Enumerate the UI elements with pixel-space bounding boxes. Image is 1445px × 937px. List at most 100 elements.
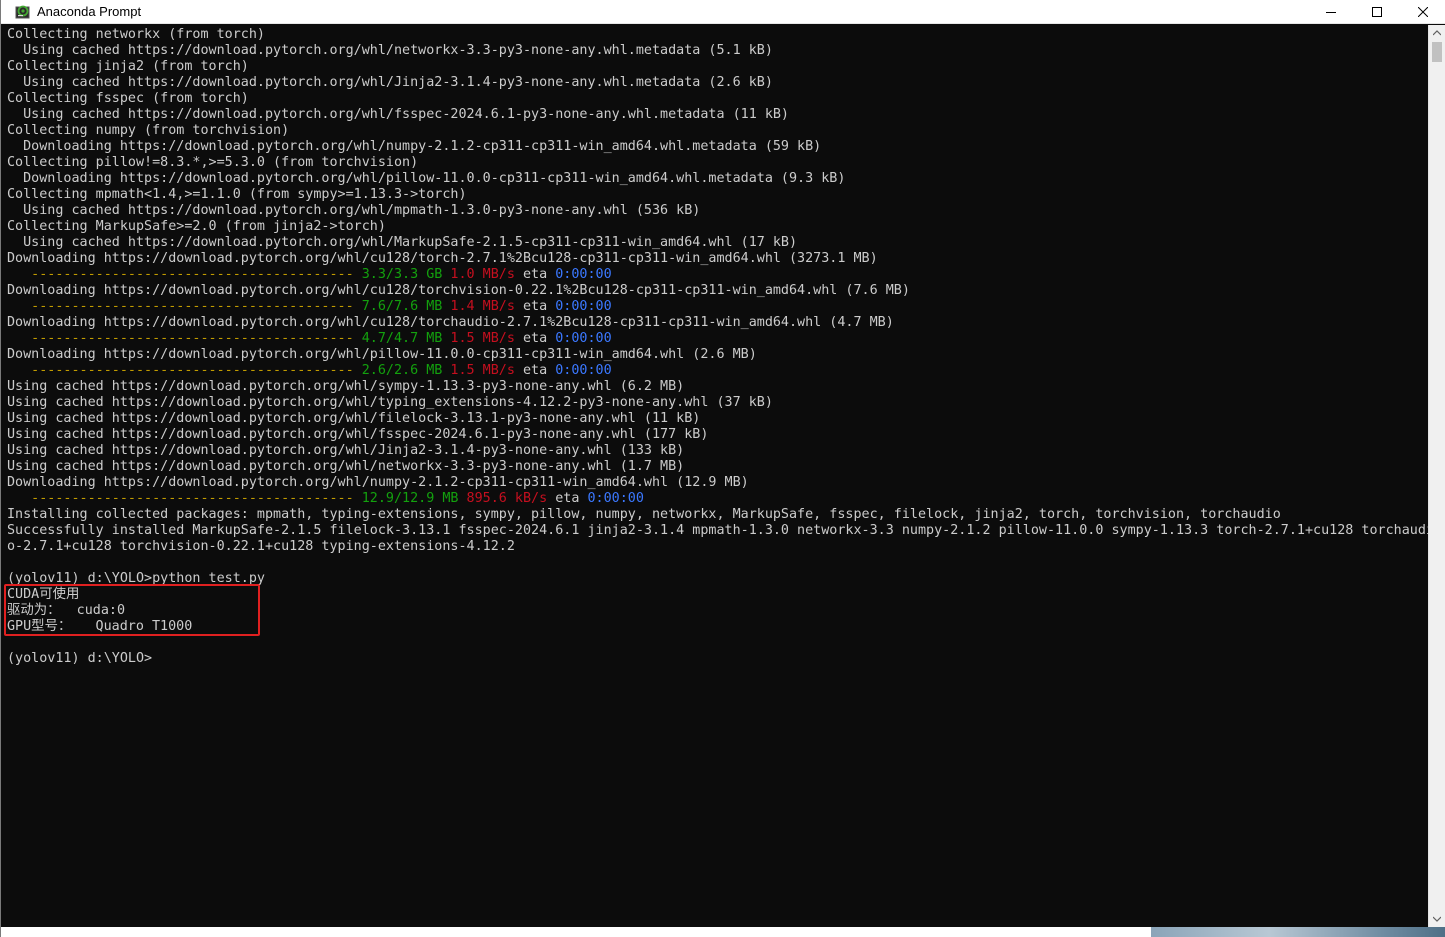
- console-lines: Collecting networkx (from torch) Using c…: [7, 27, 1428, 667]
- console-text-segment: eta: [547, 491, 588, 506]
- console-text-segment: 0:00:00: [555, 331, 612, 346]
- console-line: Using cached https://download.pytorch.or…: [7, 379, 1428, 395]
- window-title: Anaconda Prompt: [37, 4, 142, 19]
- maximize-button[interactable]: [1354, 0, 1400, 24]
- console-line: Downloading https://download.pytorch.org…: [7, 347, 1428, 363]
- console-text-segment: 0:00:00: [587, 491, 644, 506]
- console-text-segment: Using cached https://download.pytorch.or…: [7, 75, 773, 90]
- scroll-up-arrow-icon: [1433, 30, 1441, 36]
- console-line: Using cached https://download.pytorch.or…: [7, 395, 1428, 411]
- console-line: Using cached https://download.pytorch.or…: [7, 411, 1428, 427]
- console-text-segment: 1.5 MB/s: [450, 363, 515, 378]
- anaconda-prompt-window: Anaconda Prompt Collecting networkx (fro…: [0, 0, 1445, 937]
- console-text-segment: Downloading https://download.pytorch.org…: [7, 283, 910, 298]
- console-line: ----------------------------------------…: [7, 363, 1428, 379]
- console-text-segment: Using cached https://download.pytorch.or…: [7, 427, 709, 442]
- console-text-segment: eta: [514, 331, 556, 346]
- console-line: Collecting jinja2 (from torch): [7, 59, 1428, 75]
- scroll-up-button[interactable]: [1429, 25, 1445, 41]
- console-line: Using cached https://download.pytorch.or…: [7, 43, 1428, 59]
- console-text-segment: 0:00:00: [555, 267, 612, 282]
- console-line: Installing collected packages: mpmath, t…: [7, 507, 1428, 523]
- desktop-wallpaper-strip: [1151, 927, 1445, 937]
- anaconda-prompt-icon[interactable]: [15, 4, 31, 20]
- scroll-thumb[interactable]: [1432, 42, 1442, 62]
- title-bar[interactable]: Anaconda Prompt: [1, 0, 1445, 24]
- console-text-segment: 2.6/2.6 MB: [361, 363, 443, 378]
- console-text-segment: Collecting fsspec (from torch): [7, 91, 249, 106]
- console-text-segment: o-2.7.1+cu128 torchvision-0.22.1+cu128 t…: [7, 539, 515, 554]
- console-line: Using cached https://download.pytorch.or…: [7, 459, 1428, 475]
- console-text-segment: 0:00:00: [555, 363, 612, 378]
- scroll-down-arrow-icon: [1433, 916, 1441, 922]
- console-text-segment: ----------------------------------------: [7, 267, 362, 282]
- console-text-segment: Installing collected packages: mpmath, t…: [7, 507, 1281, 522]
- console-text-segment: Using cached https://download.pytorch.or…: [7, 235, 798, 250]
- console-text-segment: Collecting jinja2 (from torch): [7, 59, 249, 74]
- console-text-segment: Using cached https://download.pytorch.or…: [7, 443, 685, 458]
- console-text-segment: eta: [514, 299, 556, 314]
- console-text-segment: Using cached https://download.pytorch.or…: [7, 411, 701, 426]
- console-text-segment: ----------------------------------------: [7, 491, 362, 506]
- console-text-segment: 0:00:00: [555, 299, 612, 314]
- console-text-segment: 7.6/7.6 MB: [361, 299, 443, 314]
- console-text-segment: Downloading https://download.pytorch.org…: [7, 251, 878, 266]
- console-text-segment: ----------------------------------------: [7, 331, 362, 346]
- console-line: Using cached https://download.pytorch.or…: [7, 443, 1428, 459]
- console-text-segment: Downloading https://download.pytorch.org…: [7, 475, 749, 490]
- scroll-down-button[interactable]: [1429, 911, 1445, 927]
- cuda-result-highlight-box: [4, 584, 260, 636]
- console-text-segment: 3.3/3.3 GB: [361, 267, 443, 282]
- console-text-segment: 1.5 MB/s: [450, 331, 515, 346]
- console-line: Using cached https://download.pytorch.or…: [7, 75, 1428, 91]
- console-line: Downloading https://download.pytorch.org…: [7, 171, 1428, 187]
- console-text-segment: Collecting mpmath<1.4,>=1.1.0 (from symp…: [7, 187, 467, 202]
- console-line: ----------------------------------------…: [7, 267, 1428, 283]
- console-text-segment: Downloading https://download.pytorch.org…: [7, 139, 822, 154]
- console-line: Downloading https://download.pytorch.org…: [7, 315, 1428, 331]
- console-text-segment: Collecting MarkupSafe>=2.0 (from jinja2-…: [7, 219, 386, 234]
- console-line: (yolov11) d:\YOLO>: [7, 651, 1428, 667]
- console-line: Collecting mpmath<1.4,>=1.1.0 (from symp…: [7, 187, 1428, 203]
- console-line: ----------------------------------------…: [7, 331, 1428, 347]
- console-text-segment: 12.9/12.9 MB: [361, 491, 459, 506]
- window-bottom-edge: [1, 927, 1445, 937]
- console-text-segment: 1.4 MB/s: [450, 299, 515, 314]
- console-text-segment: eta: [514, 363, 556, 378]
- minimize-button[interactable]: [1308, 0, 1354, 24]
- console-text-segment: 4.7/4.7 MB: [361, 331, 443, 346]
- console-text-segment: ----------------------------------------: [7, 363, 362, 378]
- console-text-segment: 1.0 MB/s: [450, 267, 515, 282]
- console-line: Collecting fsspec (from torch): [7, 91, 1428, 107]
- minimize-icon: [1326, 12, 1336, 13]
- console-line: Successfully installed MarkupSafe-2.1.5 …: [7, 523, 1428, 539]
- console-output[interactable]: Collecting networkx (from torch) Using c…: [1, 25, 1428, 927]
- console-text-segment: Using cached https://download.pytorch.or…: [7, 379, 685, 394]
- console-line: ----------------------------------------…: [7, 299, 1428, 315]
- console-line: Using cached https://download.pytorch.or…: [7, 235, 1428, 251]
- console-line: Collecting pillow!=8.3.*,>=5.3.0 (from t…: [7, 155, 1428, 171]
- vertical-scrollbar[interactable]: [1428, 25, 1445, 927]
- console-text-segment: Downloading https://download.pytorch.org…: [7, 347, 757, 362]
- console-line: Using cached https://download.pytorch.or…: [7, 107, 1428, 123]
- console-line: Using cached https://download.pytorch.or…: [7, 427, 1428, 443]
- console-text-segment: Using cached https://download.pytorch.or…: [7, 459, 685, 474]
- console-text-segment: ----------------------------------------: [7, 299, 362, 314]
- console-text-segment: Using cached https://download.pytorch.or…: [7, 43, 773, 58]
- close-button[interactable]: [1400, 0, 1445, 24]
- console-text-segment: eta: [514, 267, 556, 282]
- console-text-segment: 895.6 kB/s: [466, 491, 548, 506]
- console-text-segment: Downloading https://download.pytorch.org…: [7, 171, 846, 186]
- console-line: Downloading https://download.pytorch.org…: [7, 283, 1428, 299]
- console-text-segment: Collecting numpy (from torchvision): [7, 123, 290, 138]
- caption-controls: [1308, 0, 1445, 24]
- console-text-segment: Using cached https://download.pytorch.or…: [7, 395, 773, 410]
- console-line: o-2.7.1+cu128 torchvision-0.22.1+cu128 t…: [7, 539, 1428, 555]
- console-line: Downloading https://download.pytorch.org…: [7, 251, 1428, 267]
- console-text-segment: Collecting networkx (from torch): [7, 27, 265, 42]
- console-line: ----------------------------------------…: [7, 491, 1428, 507]
- console-text-segment: Successfully installed MarkupSafe-2.1.5 …: [7, 523, 1428, 538]
- console-line: Collecting numpy (from torchvision): [7, 123, 1428, 139]
- console-text-segment: Using cached https://download.pytorch.or…: [7, 107, 789, 122]
